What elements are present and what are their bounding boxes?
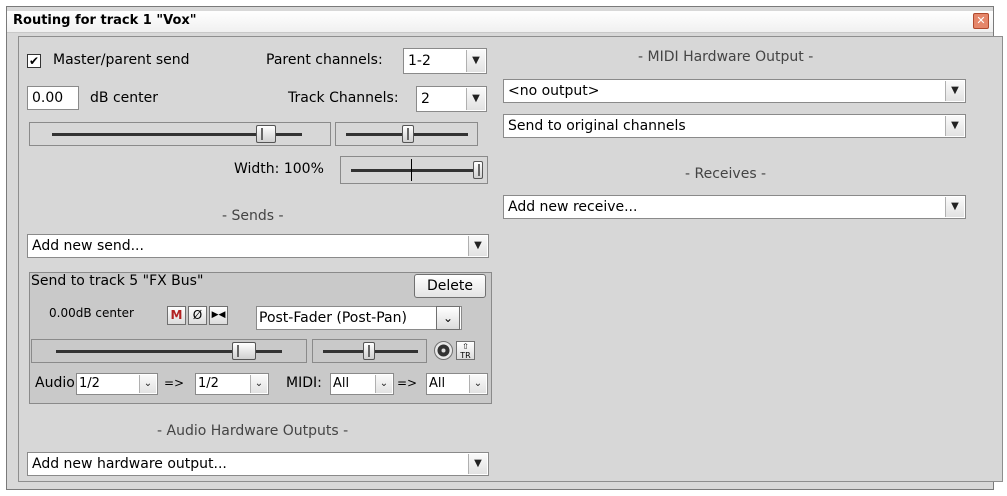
- add-send-dropdown[interactable]: Add new send... ▼: [27, 234, 489, 258]
- volume-slider-knob[interactable]: [256, 125, 276, 143]
- chevron-down-icon[interactable]: ⌄: [436, 306, 460, 330]
- midi-label: MIDI:: [286, 375, 322, 391]
- send-mode-value: Post-Fader (Post-Pan): [259, 310, 407, 326]
- midi-src-value: All: [333, 376, 350, 391]
- receives-header: - Receives -: [685, 166, 767, 182]
- midi-arrow: =>: [397, 376, 418, 390]
- chevron-down-icon: ▼: [466, 50, 485, 72]
- pan-slider[interactable]: [335, 122, 478, 146]
- midi-channel-dropdown[interactable]: Send to original channels ▼: [503, 114, 966, 138]
- mute-button[interactable]: M: [167, 306, 186, 325]
- width-slider-knob[interactable]: [473, 161, 483, 179]
- chevron-down-icon: ▼: [945, 81, 964, 101]
- width-slider[interactable]: [340, 156, 488, 184]
- audio-hw-outputs-header: - Audio Hardware Outputs -: [157, 423, 349, 439]
- audio-src-value: 1/2: [79, 376, 100, 391]
- audio-label: Audio:: [35, 375, 80, 391]
- chevron-down-icon: ⌄: [139, 375, 156, 393]
- add-send-label: Add new send...: [32, 238, 144, 254]
- parent-channels-dropdown[interactable]: 1-2 ▼: [403, 48, 487, 74]
- chevron-down-icon: ⌄: [250, 375, 267, 393]
- send-pan-knob[interactable]: [363, 342, 375, 360]
- chevron-down-icon: ▼: [945, 197, 964, 217]
- master-send-checkbox[interactable]: ✔: [27, 54, 41, 68]
- chevron-down-icon: ⌄: [375, 375, 392, 393]
- fx-icon[interactable]: [434, 341, 453, 360]
- mono-stereo-button[interactable]: ▶◀: [209, 306, 228, 325]
- midi-output-dropdown[interactable]: <no output> ▼: [503, 79, 966, 103]
- add-hw-output-label: Add new hardware output...: [32, 456, 227, 472]
- delete-send-button[interactable]: Delete: [414, 274, 486, 298]
- volume-field[interactable]: 0.00: [27, 86, 79, 110]
- track-channels-value: 2: [421, 91, 430, 107]
- sends-header: - Sends -: [222, 208, 284, 224]
- send-level-text: 0.00dB center: [49, 306, 134, 320]
- chevron-down-icon: ▼: [466, 88, 485, 110]
- audio-src-dropdown[interactable]: 1/2 ⌄: [76, 373, 158, 395]
- chevron-down-icon: ⌄: [469, 375, 486, 393]
- track-channels-dropdown[interactable]: 2 ▼: [416, 86, 487, 112]
- audio-dst-dropdown[interactable]: 1/2 ⌄: [195, 373, 269, 395]
- audio-arrow: =>: [164, 376, 185, 390]
- midi-src-dropdown[interactable]: All ⌄: [330, 373, 394, 395]
- close-icon[interactable]: ✕: [973, 13, 989, 29]
- chevron-down-icon: ▼: [945, 116, 964, 136]
- width-label: Width: 100%: [234, 161, 324, 177]
- midi-output-value: <no output>: [508, 83, 600, 99]
- window-title: Routing for track 1 "Vox": [13, 13, 197, 28]
- audio-dst-value: 1/2: [198, 376, 219, 391]
- send-volume-knob[interactable]: [232, 342, 256, 360]
- pan-slider-knob[interactable]: [402, 125, 414, 143]
- volume-unit-label: dB center: [90, 90, 158, 106]
- send-volume-slider[interactable]: [31, 339, 307, 363]
- send-mode-dropdown[interactable]: Post-Fader (Post-Pan): [256, 306, 462, 330]
- parent-channels-value: 1-2: [408, 53, 431, 69]
- track-channels-label: Track Channels:: [288, 90, 399, 106]
- send-pan-slider[interactable]: [312, 339, 427, 363]
- send-title: Send to track 5 "FX Bus": [31, 273, 204, 289]
- volume-slider[interactable]: [29, 122, 331, 146]
- track-icon[interactable]: ⇧ TR: [456, 341, 475, 360]
- parent-channels-label: Parent channels:: [266, 52, 383, 68]
- chevron-down-icon: ▼: [468, 236, 487, 256]
- master-send-label: Master/parent send: [53, 52, 190, 68]
- add-receive-dropdown[interactable]: Add new receive... ▼: [503, 195, 966, 219]
- midi-dst-value: All: [429, 376, 446, 391]
- midi-dst-dropdown[interactable]: All ⌄: [426, 373, 488, 395]
- midi-hw-output-header: - MIDI Hardware Output -: [638, 49, 814, 65]
- chevron-down-icon: ▼: [468, 454, 487, 474]
- add-receive-label: Add new receive...: [508, 199, 638, 215]
- phase-invert-button[interactable]: Ø: [188, 306, 207, 325]
- add-hw-output-dropdown[interactable]: Add new hardware output... ▼: [27, 452, 489, 476]
- midi-channel-value: Send to original channels: [508, 118, 686, 134]
